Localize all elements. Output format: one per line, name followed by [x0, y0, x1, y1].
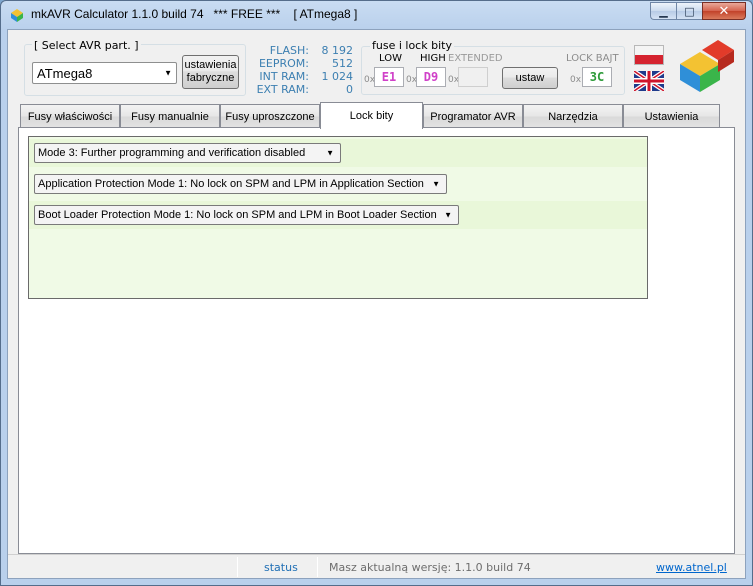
- tab-settings[interactable]: Ustawienia: [623, 104, 720, 128]
- app-window: mkAVR Calculator 1.1.0 build 74 *** FREE…: [0, 0, 753, 586]
- factory-settings-label-2: fabryczne: [186, 72, 235, 84]
- chevron-down-icon: ▼: [164, 68, 172, 78]
- status-label: status: [264, 560, 298, 574]
- lock-bits-page: Mode 3: Further programming and verifica…: [18, 127, 735, 554]
- high-fuse-label: HIGH: [420, 53, 446, 64]
- fuse-lock-group-label: fuse i lock bity: [370, 39, 454, 52]
- low-fuse-field[interactable]: E1: [374, 67, 404, 87]
- high-fuse-field[interactable]: D9: [416, 67, 446, 87]
- eeprom-label: EEPROM:: [258, 57, 309, 70]
- tab-label: Programator AVR: [430, 110, 516, 123]
- lock-mode-select[interactable]: Mode 3: Further programming and verifica…: [34, 143, 341, 163]
- uk-flag-icon[interactable]: [634, 71, 664, 91]
- app-protection-select[interactable]: Application Protection Mode 1: No lock o…: [34, 174, 447, 194]
- extram-label: EXT RAM:: [256, 83, 309, 96]
- close-button[interactable]: ✕: [702, 2, 746, 20]
- title-bar[interactable]: mkAVR Calculator 1.1.0 build 74 *** FREE…: [1, 1, 752, 27]
- lock-byte-label: LOCK BAJT: [566, 53, 619, 64]
- boot-protection-select[interactable]: Boot Loader Protection Mode 1: No lock o…: [34, 205, 459, 225]
- lock-hex-prefix: 0x: [570, 75, 582, 85]
- close-icon: ✕: [718, 3, 730, 19]
- tab-fuse-manual[interactable]: Fusy manualnie: [120, 104, 220, 128]
- website-link[interactable]: www.atnel.pl: [656, 558, 727, 576]
- factory-settings-label-1: ustawienia: [184, 59, 237, 71]
- lock-byte-field[interactable]: 3C: [582, 67, 612, 87]
- window-controls: ▁ □ ✕: [650, 2, 746, 20]
- avr-part-select[interactable]: ATmega8 ▼: [32, 62, 177, 84]
- tab-label: Fusy właściwości: [27, 110, 113, 123]
- tab-label: Fusy uproszczone: [225, 110, 315, 123]
- chevron-down-icon: ▼: [444, 210, 452, 220]
- minimize-button[interactable]: ▁: [650, 2, 676, 20]
- app-protection-value: Application Protection Mode 1: No lock o…: [38, 178, 424, 190]
- flash-label: FLASH:: [269, 44, 309, 57]
- maximize-button[interactable]: □: [676, 2, 702, 20]
- status-separator: [317, 557, 318, 577]
- tab-lock-bits[interactable]: Lock bity: [320, 102, 423, 129]
- low-fuse-value: E1: [381, 70, 397, 84]
- tab-fuse-properties[interactable]: Fusy właściwości: [20, 104, 120, 128]
- factory-settings-button[interactable]: ustawienia fabryczne: [182, 55, 239, 89]
- extram-value: 0: [346, 83, 353, 96]
- boot-protection-value: Boot Loader Protection Mode 1: No lock o…: [38, 209, 437, 221]
- set-fuses-button[interactable]: ustaw: [502, 67, 558, 89]
- client-area: [ Select AVR part. ] ATmega8 ▼ ustawieni…: [7, 29, 746, 579]
- avr-part-selected: ATmega8: [37, 65, 93, 81]
- chevron-down-icon: ▼: [326, 148, 334, 158]
- maximize-icon: □: [684, 4, 695, 18]
- tab-tools[interactable]: Narzędzia: [523, 104, 623, 128]
- lock-byte-value: 3C: [589, 70, 605, 84]
- polish-flag-icon[interactable]: [634, 45, 664, 65]
- flash-value: 8 192: [321, 44, 354, 57]
- tab-label: Narzędzia: [548, 110, 598, 123]
- cube-icon: [11, 9, 23, 22]
- tab-label: Ustawienia: [644, 110, 699, 123]
- tab-label: Fusy manualnie: [131, 110, 209, 123]
- high-fuse-value: D9: [423, 70, 439, 84]
- top-panel: [ Select AVR part. ] ATmega8 ▼ ustawieni…: [8, 30, 745, 100]
- intram-value: 1 024: [321, 70, 354, 83]
- status-bar: status Masz aktualną wersję: 1.1.0 build…: [8, 554, 745, 578]
- eeprom-value: 512: [332, 57, 353, 70]
- lock-mode-value: Mode 3: Further programming and verifica…: [38, 147, 306, 159]
- window-title: mkAVR Calculator 1.1.0 build 74 *** FREE…: [31, 7, 358, 21]
- lock-bits-panel: Mode 3: Further programming and verifica…: [28, 136, 648, 299]
- avr-part-group-label: [ Select AVR part. ]: [32, 39, 141, 52]
- app-protection-row: Application Protection Mode 1: No lock o…: [29, 170, 647, 198]
- extended-fuse-field: [458, 67, 488, 87]
- minimize-icon: ▁: [659, 4, 668, 18]
- intram-label: INT RAM:: [259, 70, 309, 83]
- tab-strip: Fusy właściwości Fusy manualnie Fusy upr…: [20, 102, 732, 129]
- atnel-logo-icon: [680, 40, 734, 92]
- boot-protection-row: Boot Loader Protection Mode 1: No lock o…: [29, 201, 647, 229]
- tab-fuse-simplified[interactable]: Fusy uproszczone: [220, 104, 320, 128]
- set-fuses-label: ustaw: [515, 71, 545, 84]
- tab-label: Lock bity: [349, 110, 394, 122]
- chevron-down-icon: ▼: [432, 179, 440, 189]
- version-info: Masz aktualną wersję: 1.1.0 build 74: [329, 560, 531, 574]
- status-separator: [237, 557, 238, 577]
- lock-mode-row: Mode 3: Further programming and verifica…: [29, 139, 647, 167]
- tab-avr-programmer[interactable]: Programator AVR: [423, 104, 523, 128]
- extended-fuse-label: EXTENDED: [448, 53, 503, 64]
- low-fuse-label: LOW: [379, 53, 402, 64]
